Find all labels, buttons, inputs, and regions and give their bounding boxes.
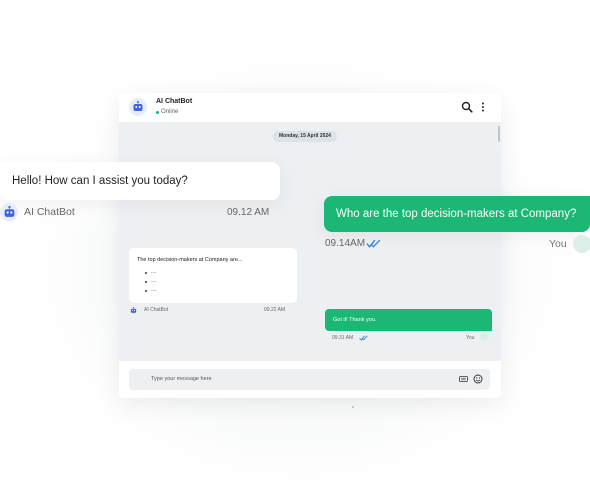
robot-icon <box>130 307 137 313</box>
user-avatar <box>480 332 489 341</box>
incoming-greeting-sender: AI ChatBot <box>24 206 75 218</box>
date-separator: Monday, 15 April 2024 <box>273 131 337 142</box>
outgoing-question-time: 09.14AM <box>325 238 366 249</box>
bot-avatar-large <box>0 203 18 221</box>
search-icon[interactable] <box>461 101 473 113</box>
outgoing-message: Got it! Thank you. <box>325 309 492 331</box>
bot-avatar <box>129 98 147 116</box>
user-avatar-large <box>573 235 590 253</box>
online-dot <box>156 110 159 114</box>
robot-icon <box>133 101 143 111</box>
message-placeholder[interactable]: Type your message here <box>151 376 212 382</box>
incoming-greeting-bubble: Hello! How can I assist you today? <box>0 162 280 200</box>
outgoing-question-text: Who are the top decision-makers at Compa… <box>336 208 577 220</box>
incoming-time: 09.22 AM <box>264 307 286 313</box>
list-item: .... <box>145 286 157 295</box>
emoji-icon[interactable] <box>473 374 483 384</box>
decorative-dot <box>352 406 354 408</box>
incoming-sender: AI ChatBot <box>144 307 169 313</box>
list-item: .... <box>145 268 157 277</box>
incoming-greeting-time: 09.12 AM <box>227 207 270 218</box>
double-check-icon <box>366 239 381 248</box>
bullet-list: .... .... .... <box>145 268 157 295</box>
outgoing-sender: You <box>466 335 475 341</box>
double-check-icon <box>359 335 368 341</box>
chat-area[interactable]: Monday, 15 April 2024 The top decision-m… <box>119 122 501 361</box>
outgoing-question-sender: You <box>549 238 567 250</box>
chat-title: AI ChatBot <box>156 98 193 105</box>
outgoing-question-bubble: Who are the top decision-makers at Compa… <box>324 196 590 232</box>
chat-window: AI ChatBot Online Monday, 15 April 2024 … <box>119 93 501 398</box>
more-vertical-icon[interactable] <box>480 101 486 113</box>
keyboard-icon[interactable] <box>459 376 468 382</box>
robot-icon <box>4 205 14 217</box>
online-status-label: Online <box>161 109 179 115</box>
list-item: .... <box>145 277 157 286</box>
incoming-message-text: The top decision-makers at Company are..… <box>137 257 243 263</box>
chat-header: AI ChatBot Online <box>119 93 501 122</box>
online-status: Online <box>156 109 178 115</box>
bot-avatar-small <box>129 306 138 315</box>
outgoing-time: 09.31 AM <box>332 335 354 341</box>
message-input[interactable]: Type your message here <box>129 369 490 390</box>
scrollbar[interactable] <box>498 126 500 142</box>
incoming-message: The top decision-makers at Company are..… <box>129 248 297 303</box>
incoming-greeting-text: Hello! How can I assist you today? <box>12 175 188 187</box>
